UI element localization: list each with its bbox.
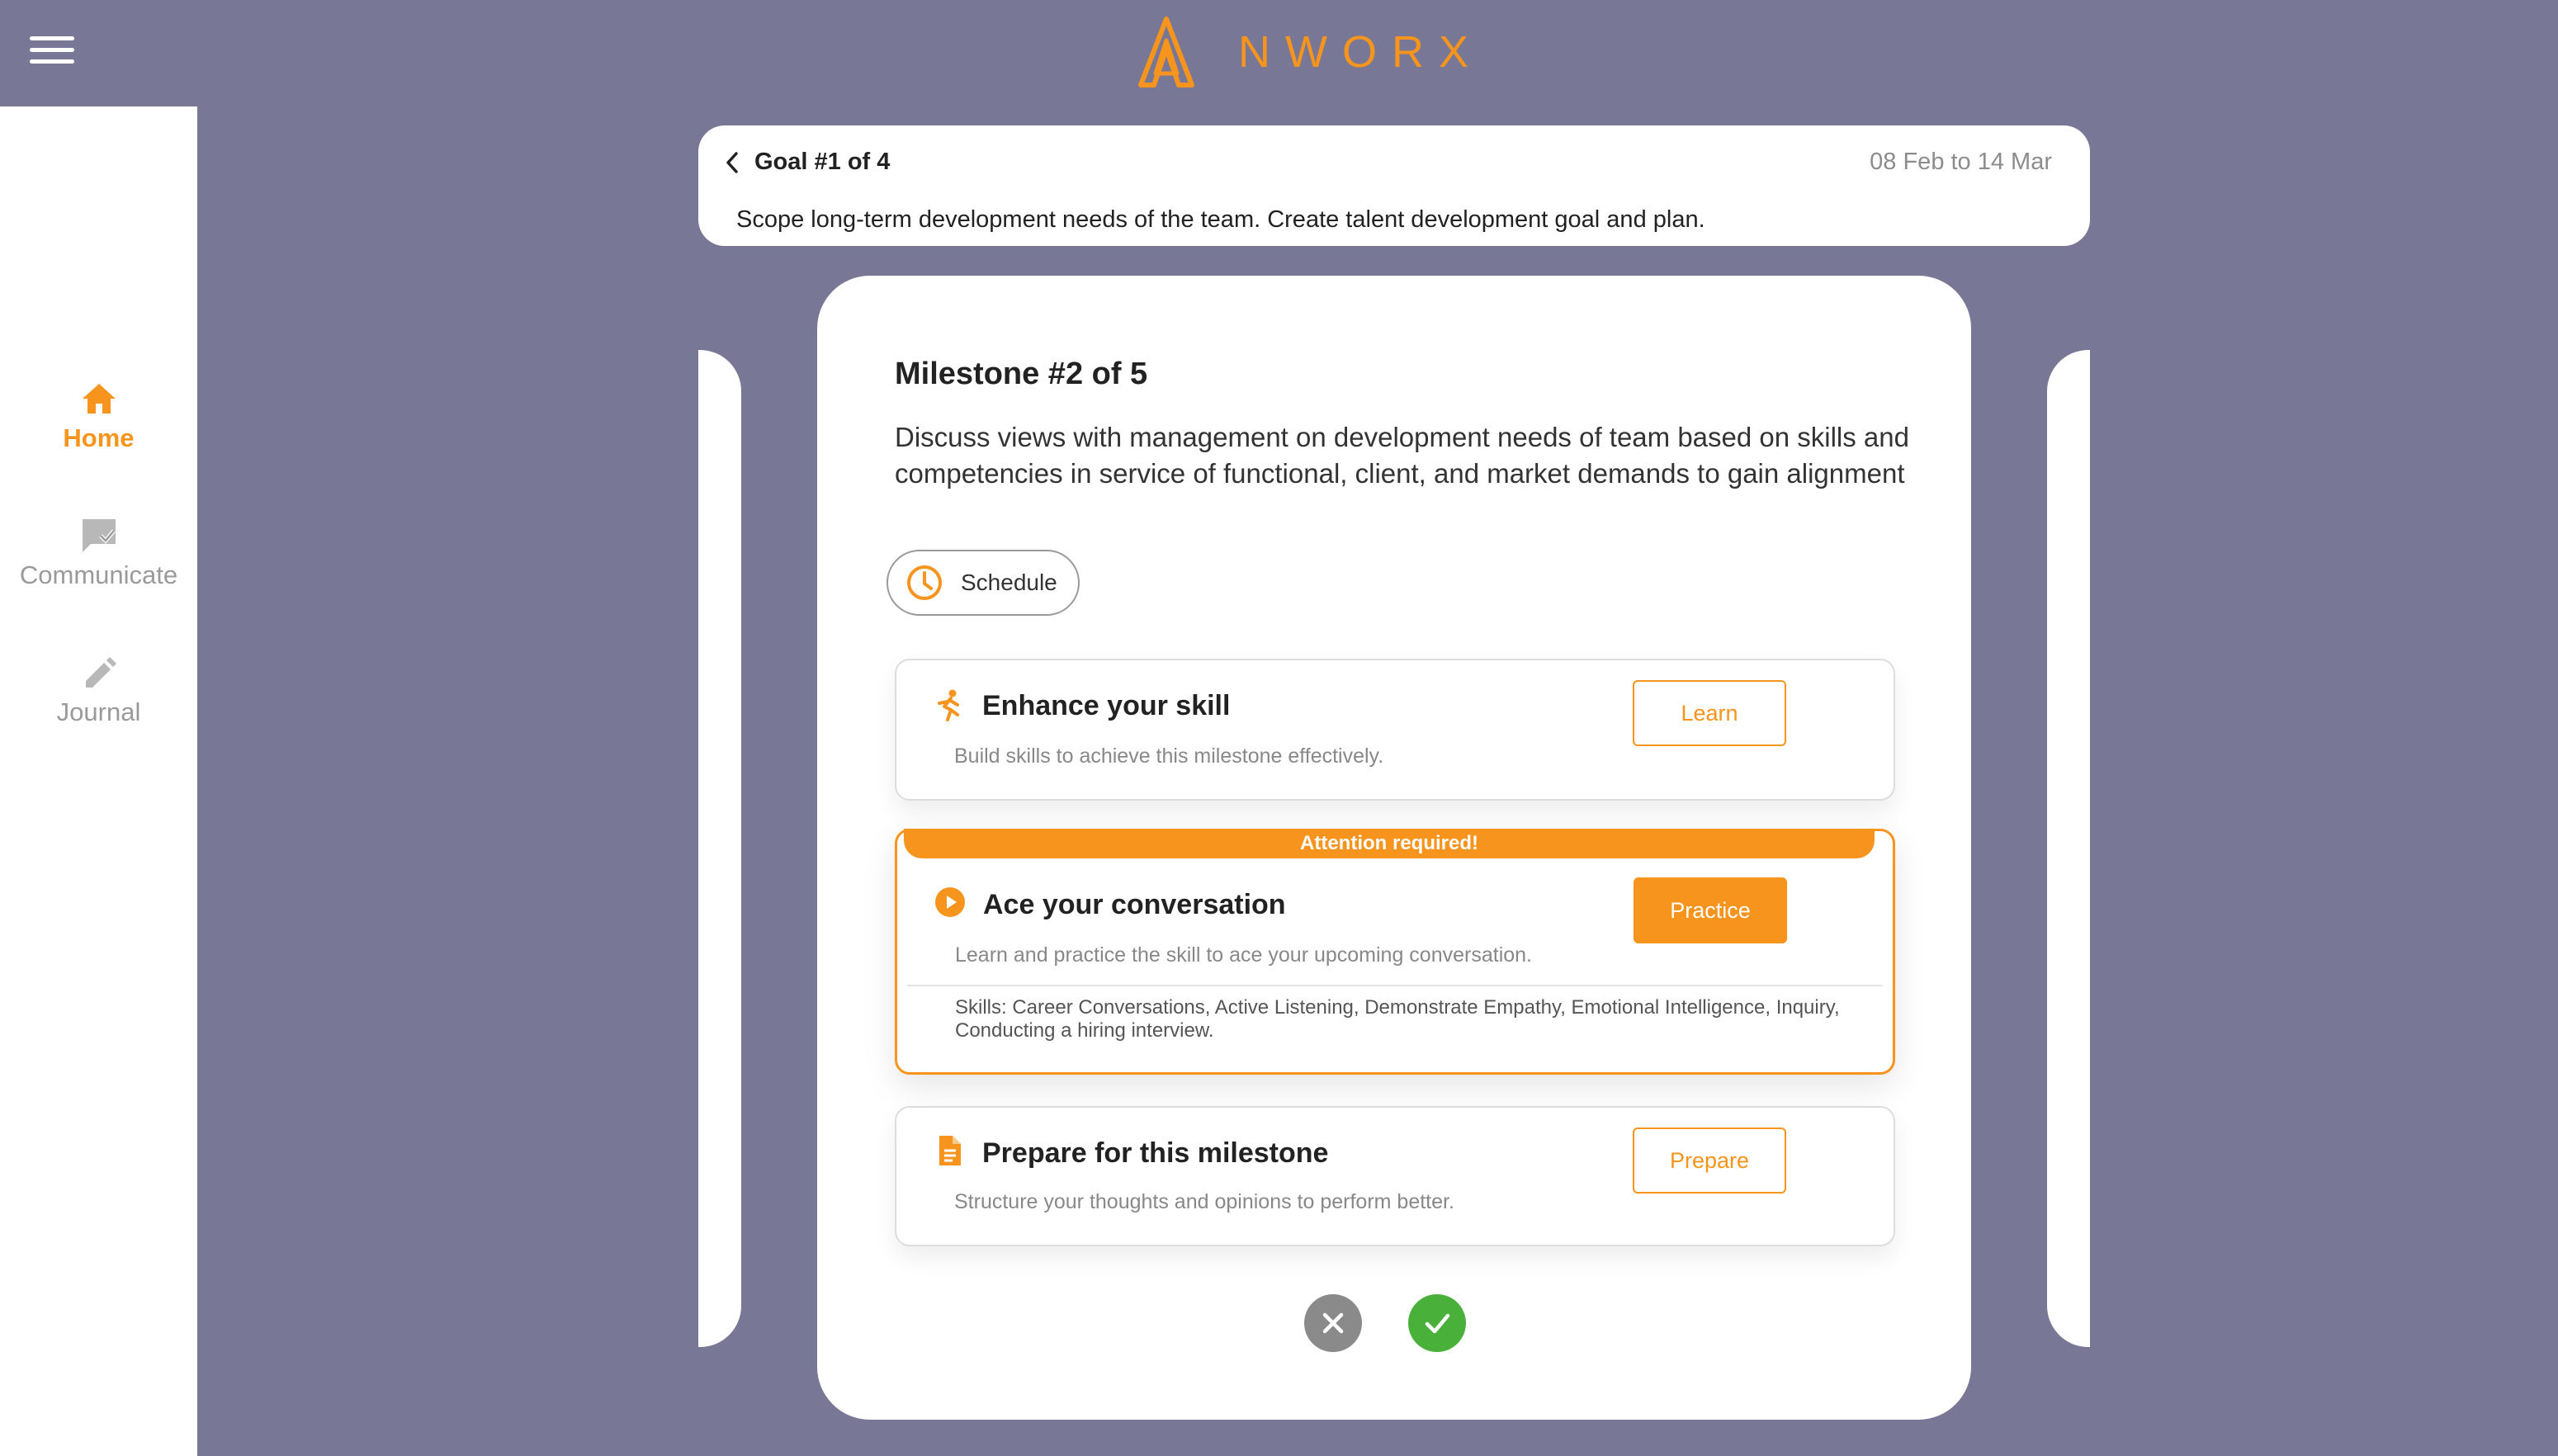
sidebar-item-journal[interactable]: Journal — [0, 653, 197, 727]
task-title: Ace your conversation — [983, 889, 1286, 920]
task-subtitle: Build skills to achieve this milestone e… — [954, 745, 1384, 768]
close-icon — [1322, 1312, 1344, 1334]
task-prepare-milestone: Prepare for this milestone Structure you… — [895, 1106, 1895, 1246]
chat-check-icon — [82, 519, 116, 552]
task-subtitle: Structure your thoughts and opinions to … — [954, 1190, 1454, 1213]
schedule-button[interactable]: Schedule — [887, 550, 1080, 616]
accept-button[interactable] — [1408, 1294, 1466, 1352]
task-skills: Skills: Career Conversations, Active Lis… — [955, 996, 1840, 1042]
nworx-logo-icon — [1138, 17, 1194, 87]
sidebar-item-home[interactable]: Home — [0, 379, 197, 453]
reject-button[interactable] — [1304, 1294, 1362, 1352]
milestone-description: Discuss views with management on develop… — [895, 422, 1909, 489]
hamburger-menu-icon[interactable] — [30, 36, 74, 69]
task-enhance-skill: Enhance your skill Build skills to achie… — [895, 659, 1895, 801]
practice-button[interactable]: Practice — [1634, 877, 1787, 943]
sidebar: Home Communicate Journal — [0, 106, 197, 1456]
goal-back-button[interactable]: Goal #1 of 4 — [721, 149, 890, 176]
goal-date-range: 08 Feb to 14 Mar — [1870, 149, 2052, 175]
goal-description: Scope long-term development needs of the… — [736, 206, 1705, 233]
home-icon — [82, 384, 116, 414]
running-person-icon — [938, 689, 959, 721]
task-subtitle: Learn and practice the skill to ace your… — [955, 943, 1532, 967]
goal-title: Goal #1 of 4 — [754, 149, 891, 175]
previous-milestone-card[interactable] — [698, 350, 741, 1347]
next-milestone-card[interactable] — [2047, 350, 2090, 1347]
sidebar-item-label: Home — [63, 423, 135, 452]
sidebar-item-label: Journal — [56, 697, 141, 726]
milestone-card: Milestone #2 of 5 Discuss views with man… — [817, 276, 1971, 1420]
learn-button[interactable]: Learn — [1633, 680, 1786, 746]
brand-name: NWORX — [1238, 27, 1483, 77]
sidebar-item-communicate[interactable]: Communicate — [0, 516, 197, 590]
attention-banner: Attention required! — [904, 829, 1875, 858]
pencil-icon — [85, 657, 116, 688]
milestone-title: Milestone #2 of 5 — [895, 357, 1148, 391]
clock-icon — [907, 565, 942, 600]
check-icon — [1425, 1313, 1450, 1334]
brand-logo: NWORX — [1137, 15, 1483, 89]
task-title: Prepare for this milestone — [982, 1137, 1329, 1169]
prepare-button[interactable]: Prepare — [1633, 1127, 1786, 1194]
task-title: Enhance your skill — [982, 690, 1231, 721]
schedule-label: Schedule — [961, 570, 1057, 595]
goal-card: Goal #1 of 4 08 Feb to 14 Mar Scope long… — [698, 125, 2090, 246]
sidebar-item-label: Communicate — [19, 560, 178, 589]
task-ace-conversation: Attention required! Ace your conversatio… — [895, 829, 1895, 1075]
chevron-left-icon — [726, 151, 738, 173]
divider — [907, 985, 1883, 986]
play-circle-icon — [935, 887, 965, 917]
document-icon — [939, 1136, 961, 1165]
